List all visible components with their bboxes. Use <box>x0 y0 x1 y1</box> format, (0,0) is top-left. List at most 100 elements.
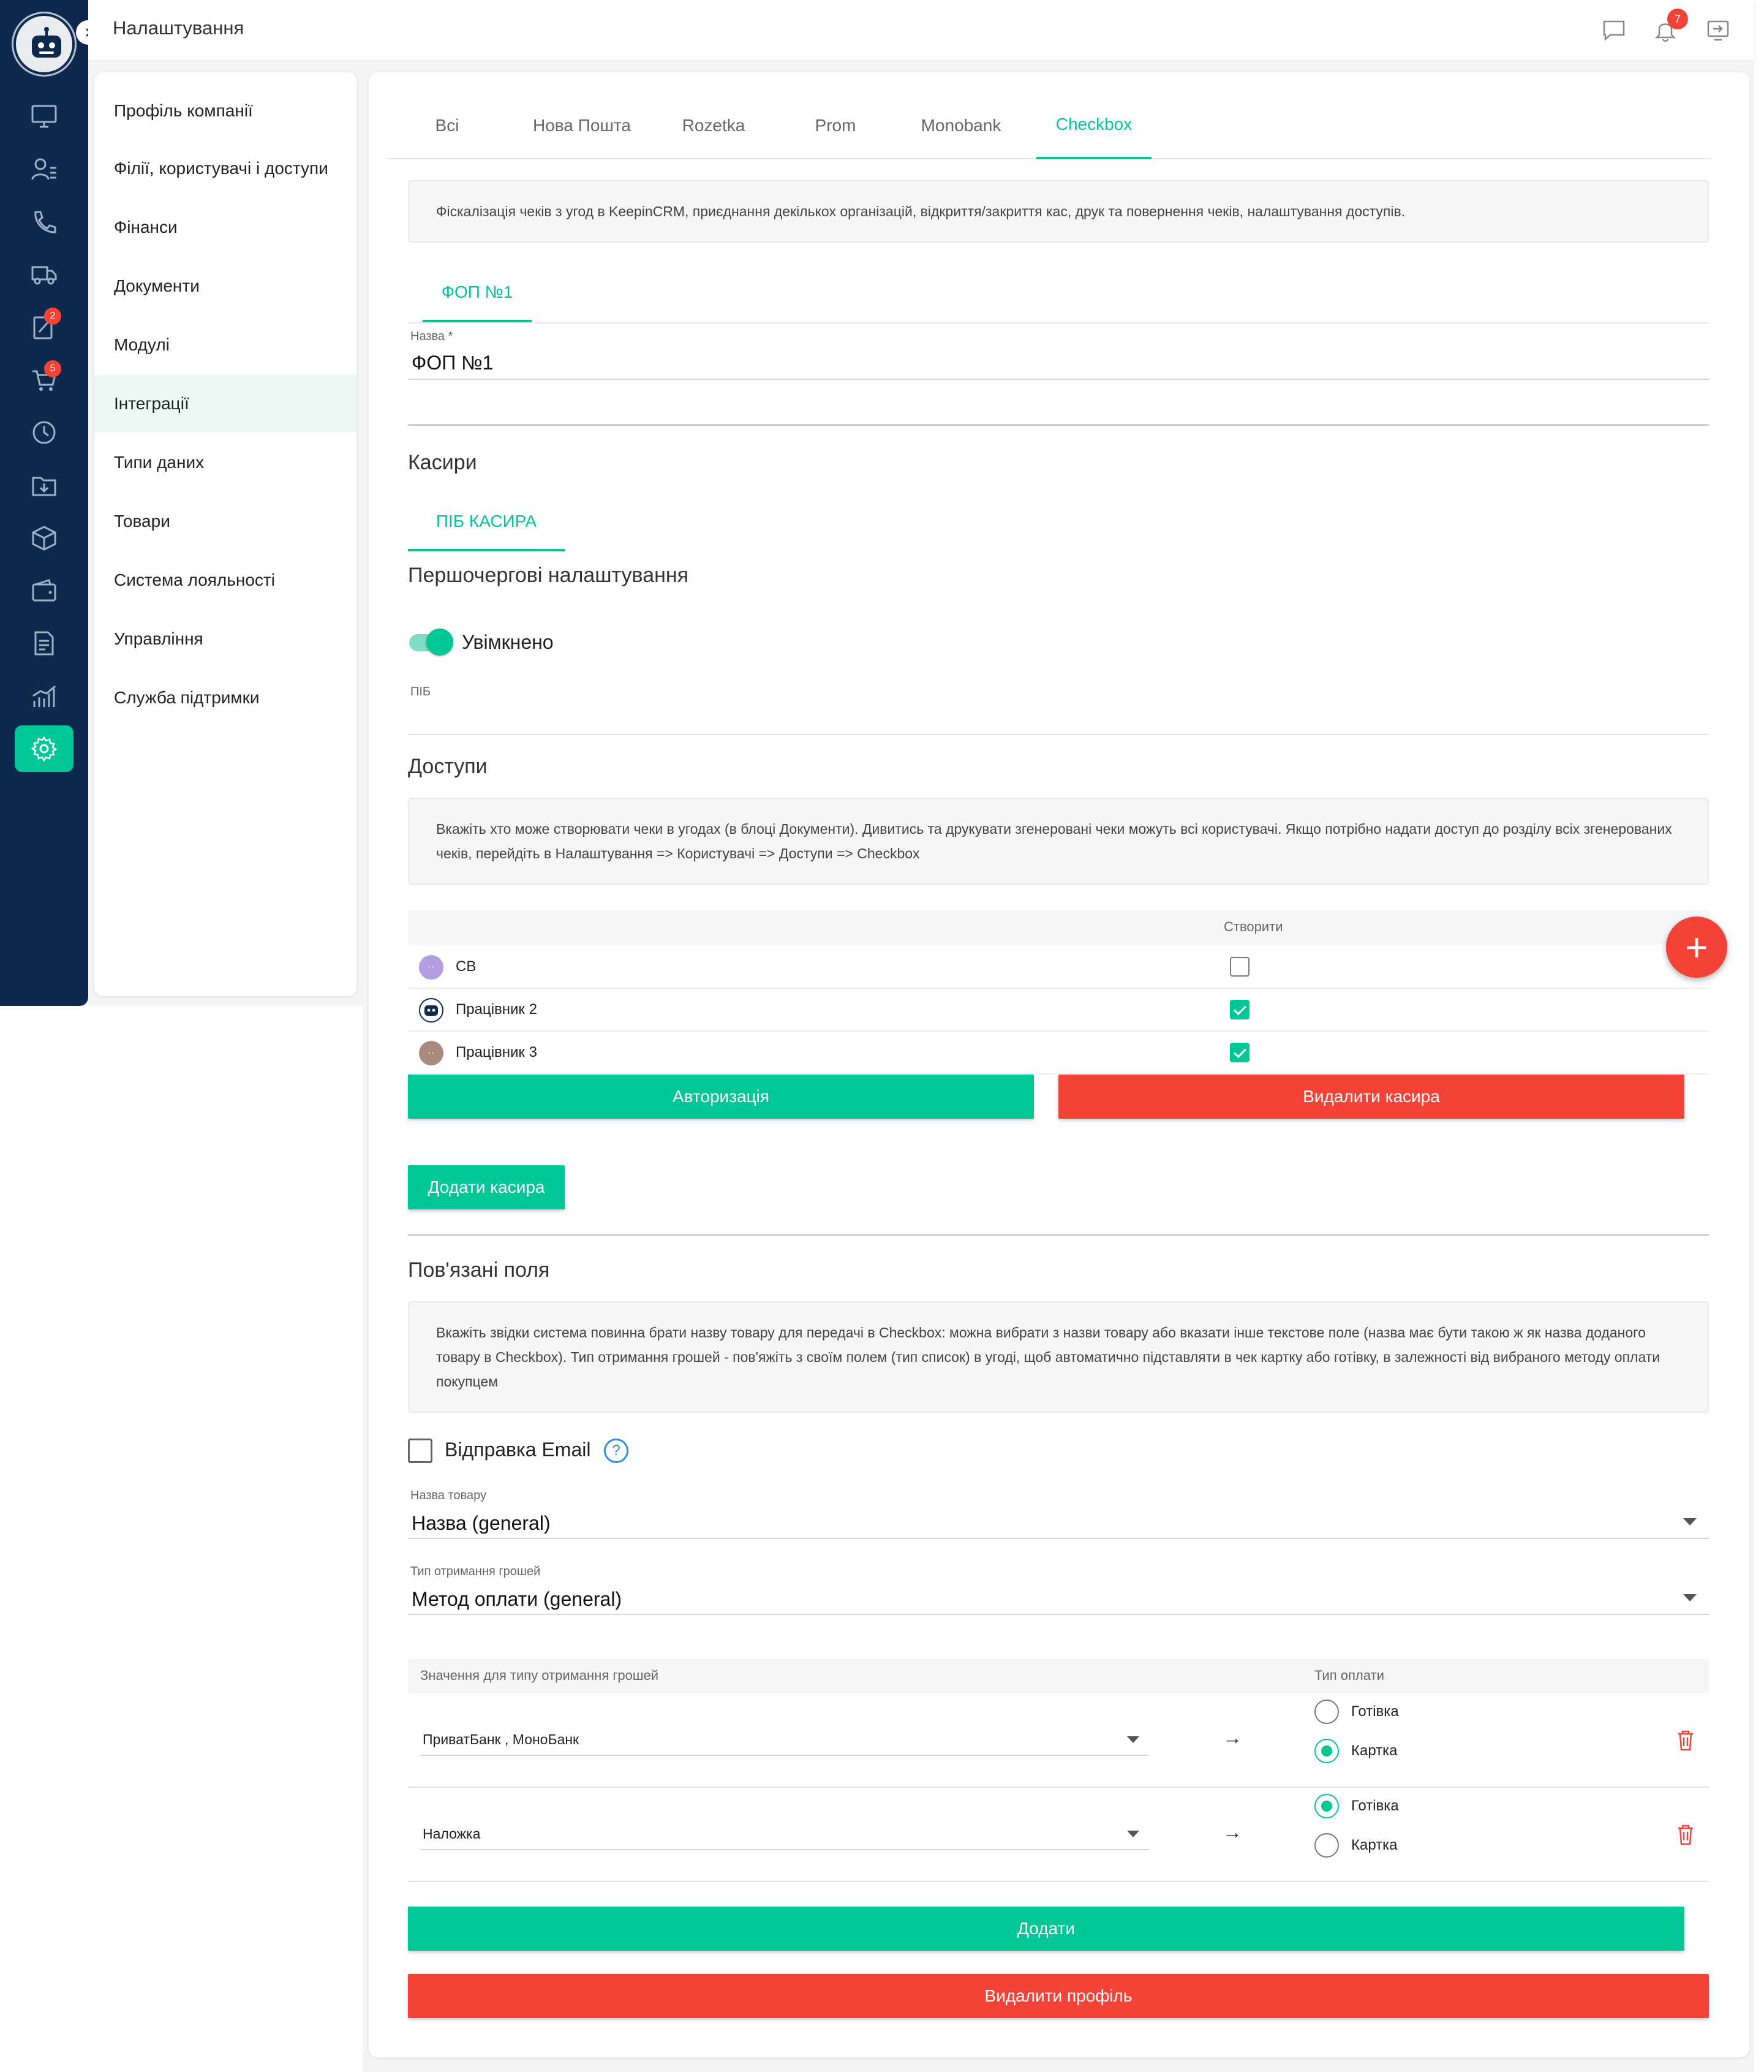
exit-icon <box>1707 20 1729 41</box>
chevron-down-icon[interactable] <box>1127 1831 1139 1837</box>
menu-company-profile[interactable]: Профіль компанії <box>94 82 356 140</box>
create-checkbox[interactable] <box>1230 1043 1250 1062</box>
document-icon <box>34 631 54 656</box>
row-divider <box>408 1787 1709 1788</box>
avatar: ·· <box>419 955 443 980</box>
name-field-label: Назва * <box>410 330 453 343</box>
chevron-down-icon[interactable] <box>1683 1594 1697 1601</box>
tab-prom[interactable]: Prom <box>786 92 884 159</box>
trash-icon[interactable] <box>1673 1822 1698 1847</box>
radio-card[interactable] <box>1314 1833 1339 1858</box>
arrow-right-icon: → <box>1223 1726 1242 1749</box>
gear-icon <box>31 736 58 762</box>
tasks-badge: 2 <box>44 308 61 325</box>
menu-branches-users[interactable]: Філії, користувачі і доступи <box>94 140 356 197</box>
menu-modules[interactable]: Модулі <box>94 316 356 374</box>
menu-loyalty[interactable]: Система лояльності <box>94 551 356 609</box>
product-name-select[interactable]: Назва (general) <box>412 1512 551 1535</box>
name-field-underline <box>408 379 1709 380</box>
tab-checkbox[interactable]: Checkbox <box>1036 92 1152 159</box>
add-mapping-button[interactable]: Додати <box>408 1907 1684 1951</box>
org-tab-fop1[interactable]: ФОП №1 <box>423 265 532 322</box>
mapping-table-header: Значення для типу отримання грошей Тип о… <box>408 1659 1709 1693</box>
toggle-knob <box>426 629 453 656</box>
trash-icon[interactable] <box>1673 1728 1698 1752</box>
clock-icon <box>32 421 56 444</box>
tab-monobank[interactable]: Monobank <box>903 92 1019 159</box>
toggle-label: Увімкнено <box>462 631 554 653</box>
chevron-down-icon[interactable] <box>1127 1736 1139 1743</box>
menu-integrations[interactable]: Інтеграції <box>94 375 356 433</box>
chevron-down-icon[interactable] <box>1683 1518 1697 1526</box>
column-create: Створити <box>1224 919 1283 934</box>
access-info-text: Вкажіть хто може створювати чеки в угода… <box>436 821 1672 861</box>
rail-clients[interactable] <box>26 151 62 187</box>
money-type-label: Тип отримання грошей <box>410 1565 541 1578</box>
create-checkbox[interactable] <box>1230 1000 1250 1019</box>
radio-card-label: Картка <box>1351 1742 1398 1759</box>
tab-nova-poshta[interactable]: Нова Пошта <box>521 92 643 159</box>
rail-delivery[interactable] <box>26 256 62 293</box>
menu-support[interactable]: Служба підтримки <box>94 669 356 727</box>
rail-calls[interactable] <box>26 203 62 240</box>
menu-management[interactable]: Управління <box>94 610 356 668</box>
logout-button[interactable] <box>1703 15 1733 45</box>
name-field-input[interactable]: ФОП №1 <box>412 352 493 374</box>
mapping-value-underline <box>420 1755 1149 1756</box>
menu-documents[interactable]: Документи <box>94 257 356 315</box>
truck-icon <box>31 266 57 285</box>
mapping-value-select[interactable]: ПриватБанк , МоноБанк <box>423 1731 579 1748</box>
cashier-tab[interactable]: ПІБ КАСИРА <box>408 494 565 551</box>
chat-button[interactable] <box>1599 15 1629 45</box>
add-user-fab[interactable]: + <box>1666 917 1727 978</box>
money-type-select[interactable]: Метод оплати (general) <box>412 1588 622 1611</box>
linked-fields-title: Пов'язані поля <box>408 1258 550 1282</box>
rail-reports[interactable] <box>26 678 62 714</box>
delete-cashier-button[interactable]: Видалити касира <box>1058 1075 1684 1119</box>
menu-data-types[interactable]: Типи даних <box>94 434 356 491</box>
tab-rozetka[interactable]: Rozetka <box>662 92 766 159</box>
wallet-icon <box>32 579 56 602</box>
access-table-header: Створити <box>408 910 1709 945</box>
rail-orders[interactable]: 5 <box>26 360 62 398</box>
mapping-value-select[interactable]: Наложка <box>423 1826 480 1842</box>
rail-settings[interactable] <box>15 725 74 772</box>
notifications-button[interactable]: 7 <box>1650 9 1688 45</box>
create-checkbox[interactable] <box>1230 957 1250 977</box>
robot-logo-icon <box>32 27 61 58</box>
rail-wallet[interactable] <box>26 572 62 609</box>
folder-download-icon <box>32 477 56 496</box>
rail-warehouse[interactable] <box>26 520 62 556</box>
create-cell <box>1210 1032 1709 1073</box>
linked-info-text: Вкажіть звідки система повинна брати наз… <box>436 1325 1660 1390</box>
add-cashier-button[interactable]: Додати касира <box>408 1165 565 1209</box>
send-email-checkbox[interactable] <box>408 1439 432 1463</box>
menu-finance[interactable]: Фінанси <box>94 199 356 256</box>
rail-invoices[interactable] <box>26 625 62 662</box>
rail-history[interactable] <box>26 414 62 451</box>
tab-all[interactable]: Всі <box>404 92 490 159</box>
menu-products[interactable]: Товари <box>94 493 356 550</box>
rail-tasks[interactable]: 2 <box>26 308 62 346</box>
phone-icon <box>34 211 56 233</box>
cashier-enabled-toggle[interactable] <box>408 629 453 657</box>
radio-cash[interactable] <box>1314 1700 1339 1724</box>
radio-cash[interactable] <box>1314 1794 1339 1818</box>
access-info: Вкажіть хто може створювати чеки в угода… <box>408 798 1709 885</box>
checkbox-intro: Фіскалізація чеків з угод в KeepinCRM, п… <box>408 180 1709 243</box>
rail-dashboard[interactable] <box>26 98 62 135</box>
radio-card[interactable] <box>1314 1739 1339 1763</box>
avatar <box>419 998 443 1023</box>
authorize-button[interactable]: Авторизація <box>408 1075 1034 1119</box>
pib-label: ПІБ <box>410 685 431 698</box>
notifications-badge: 7 <box>1667 9 1688 29</box>
create-cell <box>1210 989 1709 1030</box>
user-name: Працівник 2 <box>456 1001 537 1018</box>
help-icon[interactable]: ? <box>604 1439 628 1463</box>
page-title: Налаштування <box>113 17 244 39</box>
table-row: Працівник 2 <box>408 989 1709 1032</box>
rail-files[interactable] <box>26 467 62 504</box>
box-icon <box>32 526 56 551</box>
app-logo[interactable] <box>13 13 75 75</box>
delete-profile-button[interactable]: Видалити профіль <box>408 1974 1709 2018</box>
